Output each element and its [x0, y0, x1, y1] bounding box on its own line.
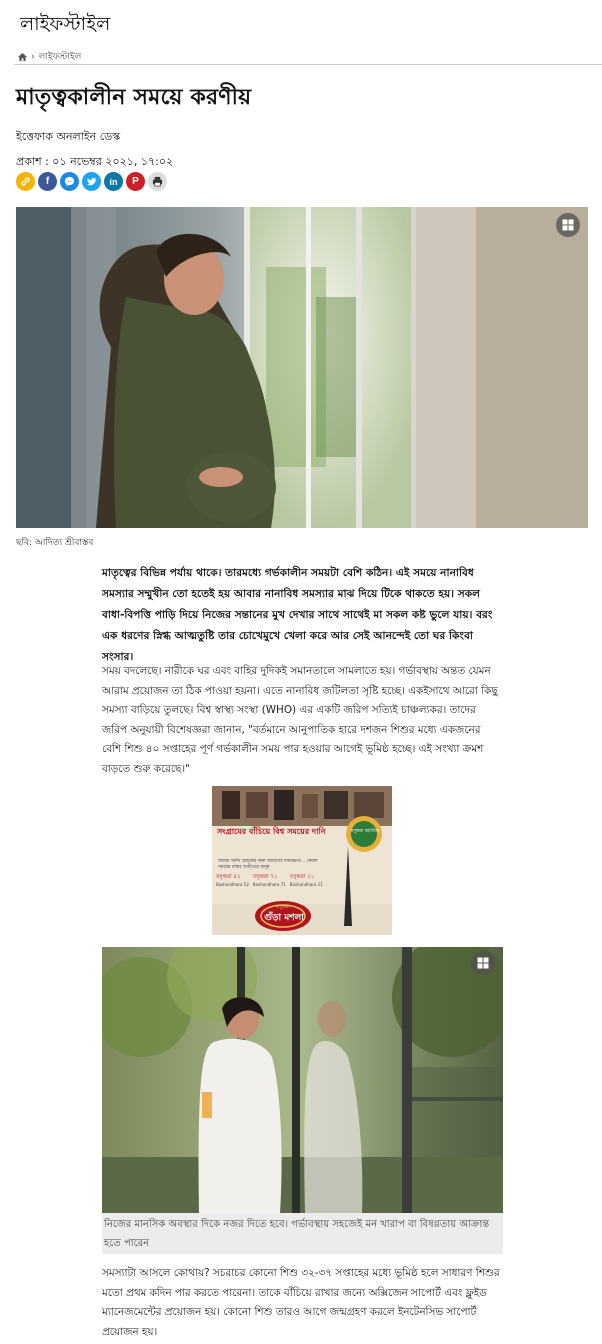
gallery-icon[interactable]: [556, 213, 580, 237]
advertisement-banner[interactable]: সংগ্রামের বাঁচিয়ে বিশ্ব সময়ের দানি আমর…: [212, 786, 392, 935]
twitter-share-button[interactable]: [82, 172, 101, 191]
hero-caption: ছবি: আদিত্য শ্রীবাস্তব: [16, 538, 94, 548]
pinterest-share-button[interactable]: P: [126, 172, 145, 191]
ad-badge: বসুন্ধরা কর্মাধিপ্ত: [350, 829, 380, 834]
copy-link-button[interactable]: [16, 172, 35, 191]
facebook-icon: f: [45, 176, 50, 187]
ad-label: বসুন্ধরা ২১ Bashundhara 21: [289, 874, 323, 887]
photo-caption: নিজের মানসিক অবস্থার দিকে নজর দিতে হবে। …: [102, 1213, 503, 1254]
article-lead: মাতৃত্বের বিভিন্ন পর্যায় থাকে। তারমধ্যে…: [102, 567, 493, 663]
share-bar: f in P: [16, 172, 167, 191]
facebook-share-button[interactable]: f: [38, 172, 57, 191]
article-paragraph: সময় বদলেছে। নারীকে ঘর এবং বাহির দুদিকই …: [102, 665, 498, 775]
article-photo[interactable]: [102, 947, 503, 1213]
publish-date: প্রকাশ : ০১ নভেম্বর ২০২১, ১৭:০২: [16, 155, 174, 168]
article-headline: মাতৃত্বকালীন সময়ে করণীয়: [16, 85, 252, 110]
breadcrumb: › লাইফস্টাইল: [18, 49, 81, 64]
ad-body: আমরা জানি গ্রাহকের জন্য আমাদের দায়বদ্ধত…: [218, 859, 318, 870]
linkedin-icon: in: [109, 176, 118, 187]
article-author[interactable]: ইত্তেফাক অনলাইন ডেস্ক: [16, 128, 120, 147]
breadcrumb-separator: ›: [31, 51, 35, 62]
ad-label: বসুন্ধরা ৫২ Bashundhara 52: [216, 874, 249, 887]
hero-image[interactable]: [16, 207, 588, 528]
section-title[interactable]: লাইফস্টাইল: [20, 10, 110, 42]
linkedin-share-button[interactable]: in: [104, 172, 123, 191]
copy-link-icon: [21, 177, 30, 186]
print-icon: [152, 176, 163, 187]
ad-labels: বসুন্ধরা ৫২ Bashundhara 52 বসুন্ধরা ৭১ Bas…: [216, 874, 323, 889]
ad-headline: সংগ্রামের বাঁচিয়ে বিশ্ব সময়ের দানি: [217, 827, 326, 836]
article-paragraph: সমস্যাটা আসলে কোথায়? সচরাচর কোনো শিশু ৩…: [102, 1267, 500, 1338]
gallery-icon[interactable]: [471, 951, 495, 975]
twitter-icon: [86, 177, 97, 186]
header-divider: [14, 64, 602, 65]
home-icon[interactable]: [18, 52, 27, 61]
print-button[interactable]: [148, 172, 167, 191]
pinterest-icon: P: [132, 176, 139, 187]
messenger-icon: [64, 176, 75, 187]
ad-label: বসুন্ধরা ৭১ Bashundhara 71: [252, 874, 286, 887]
messenger-share-button[interactable]: [60, 172, 79, 191]
breadcrumb-current[interactable]: লাইফস্টাইল: [39, 49, 82, 64]
ad-brand: গুঁড়া মশলা: [264, 913, 304, 923]
